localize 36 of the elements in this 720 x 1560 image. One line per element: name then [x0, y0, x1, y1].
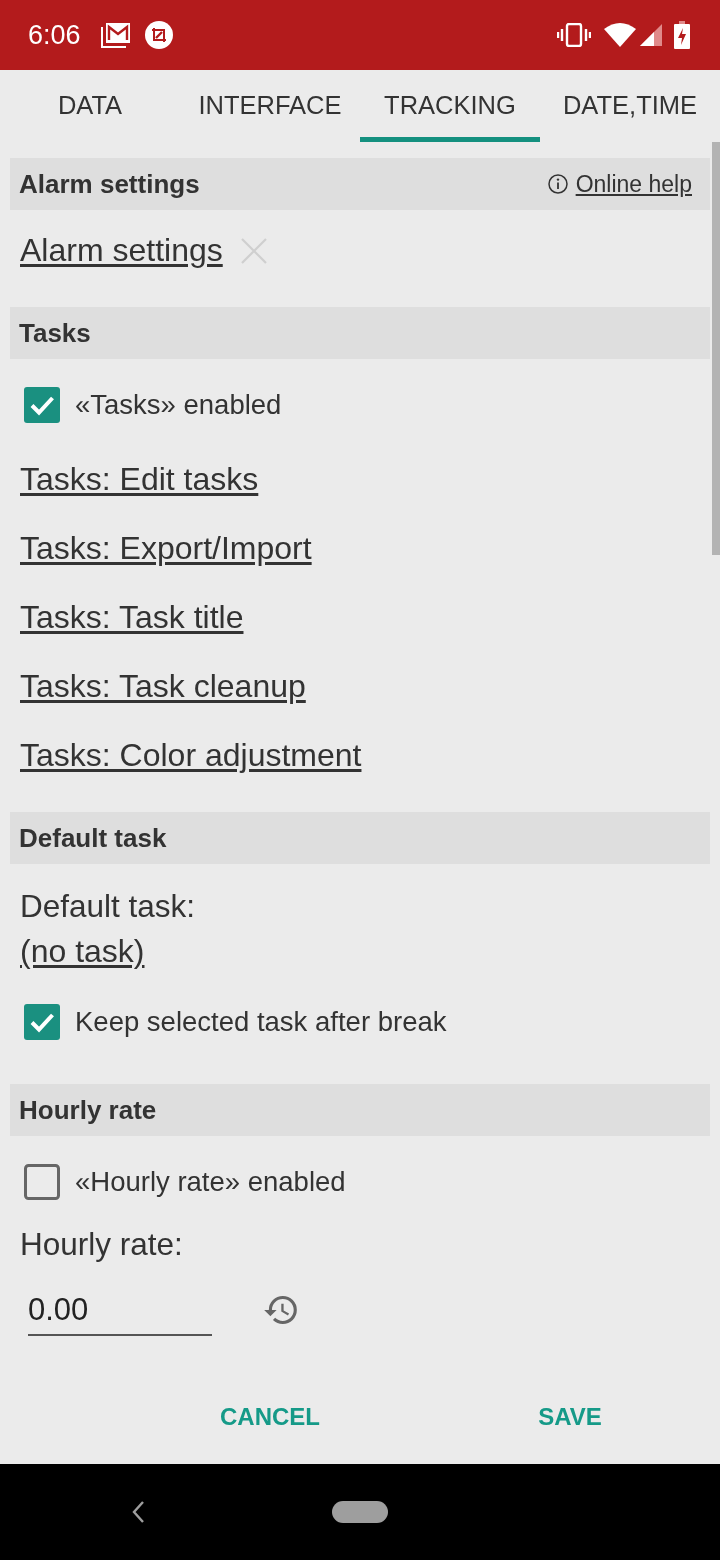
- tab[interactable]: TRACKING: [360, 70, 540, 142]
- settings-link[interactable]: Tasks: Task cleanup: [20, 668, 306, 705]
- settings-link[interactable]: Tasks: Edit tasks: [20, 461, 259, 498]
- checkbox[interactable]: [24, 1164, 60, 1200]
- field-label: Default task:: [20, 887, 196, 926]
- settings-link[interactable]: Tasks: Color adjustment: [20, 737, 362, 774]
- rate-input[interactable]: 0.00: [28, 1288, 212, 1336]
- mail-icon: [100, 22, 131, 48]
- field-label: Hourly rate:: [20, 1225, 183, 1263]
- info-icon: [547, 174, 568, 194]
- checkbox-label: «Tasks» enabled: [75, 389, 282, 421]
- back-icon[interactable]: [132, 1501, 144, 1523]
- settings-link[interactable]: Alarm settings: [20, 232, 223, 269]
- status-time: 6:06: [28, 19, 81, 51]
- task-link[interactable]: (no task): [20, 926, 145, 976]
- section-title: Default task: [19, 822, 168, 854]
- home-button[interactable]: [332, 1501, 388, 1523]
- section-title: Hourly rate: [19, 1094, 158, 1126]
- settings-link[interactable]: Tasks: Export/Import: [20, 530, 312, 567]
- tab[interactable]: INTERFACE: [180, 70, 360, 142]
- signal-icon: [640, 24, 662, 46]
- checkbox-label: «Hourly rate» enabled: [75, 1166, 346, 1198]
- checkbox[interactable]: [24, 1004, 60, 1040]
- checkbox[interactable]: [24, 387, 60, 423]
- section-title: Tasks: [19, 317, 92, 349]
- wifi-icon: [604, 23, 636, 47]
- crop-icon: [144, 21, 173, 49]
- tab[interactable]: DATE,TIME: [540, 70, 720, 142]
- checkbox-label: Keep selected task after break: [75, 1006, 447, 1038]
- settings-link[interactable]: Tasks: Task title: [20, 599, 244, 636]
- battery-charging-icon: [674, 21, 690, 49]
- section-title: Alarm settings: [19, 168, 201, 200]
- history-icon[interactable]: [264, 1296, 297, 1324]
- vibrate-icon: [557, 23, 591, 47]
- online-help-link[interactable]: Online help: [575, 170, 692, 198]
- tab[interactable]: DATA: [0, 70, 180, 142]
